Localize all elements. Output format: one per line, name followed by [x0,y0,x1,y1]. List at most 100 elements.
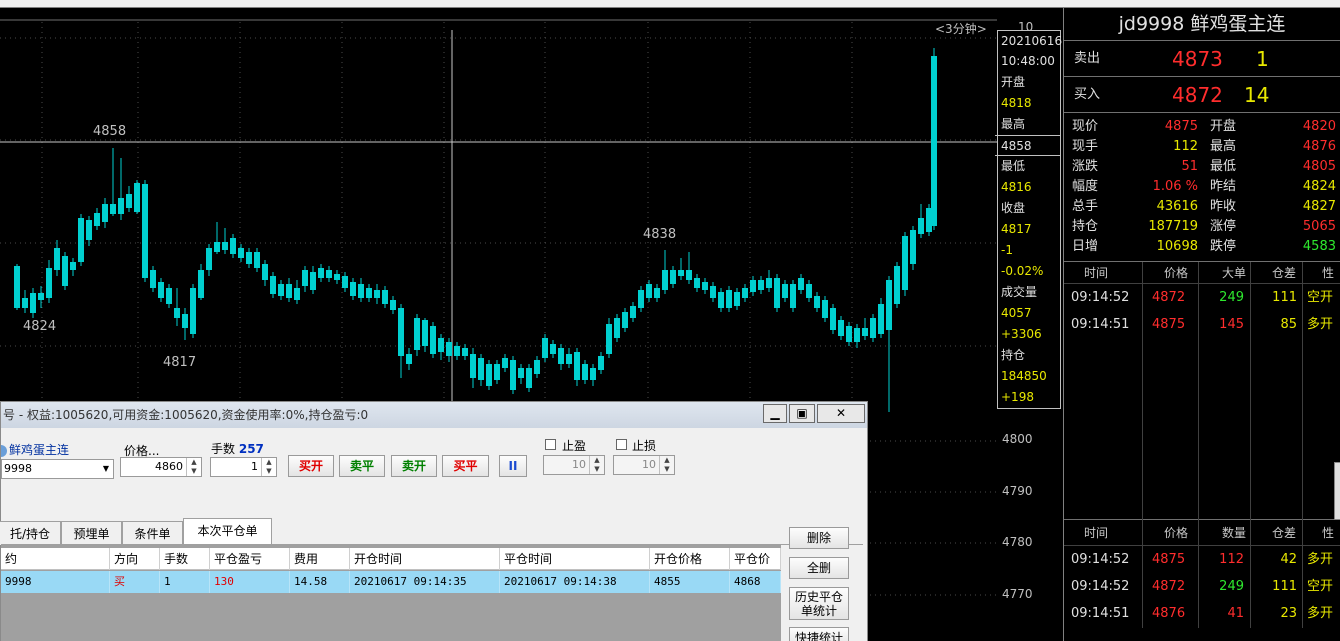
candle-body-down [766,278,772,288]
price-value: 4860 [155,460,183,473]
sell-close-button[interactable]: 卖平 [339,455,385,477]
grid-column-header[interactable]: 约 [1,548,110,570]
tab-orders-positions[interactable]: 托/持仓 [0,521,61,545]
high-price-label: 4858 [93,124,127,139]
candle-body-down [518,368,524,378]
grid-column-header[interactable]: 平仓价格 [730,548,781,588]
bid-row[interactable]: 买入 4872 14 [1064,77,1340,113]
info-close-label: 收盘 [1001,201,1026,215]
minimize-button[interactable]: ▁ [763,404,787,423]
spin-arrows-icon[interactable]: ▲ ▼ [186,458,201,476]
take-profit-input[interactable]: 10 ▲ ▼ [543,455,605,475]
panel-scroll-handle[interactable] [1334,462,1340,520]
bid-price: 4872 [1172,83,1223,107]
candle-body-down [54,248,60,270]
delete-all-button[interactable]: 全删 [789,557,849,579]
candle-body-down [622,312,628,328]
trade-row: 09:14:52 4872 249 111 空开 [1064,284,1340,311]
tab-conditional-orders[interactable]: 条件单 [122,521,183,545]
grid-column-header[interactable]: 开仓时间 [350,548,500,570]
maximize-button[interactable]: ▣ [789,404,815,423]
quote-value: 4876 [1302,139,1336,154]
grid-column-header[interactable]: 平仓盈亏 [210,548,290,570]
column-header: 性 [1322,526,1335,540]
info-open-value: 4818 [1001,96,1032,110]
column-header: 仓差 [1272,526,1297,540]
price-input[interactable]: 4860 ▲ ▼ [120,457,202,477]
sell-open-button[interactable]: 卖开 [391,455,437,477]
contract-select[interactable]: 9998 ▼ [1,459,114,479]
interval-label[interactable]: <3分钟> [935,20,987,37]
take-profit-label: 止盈 [562,439,587,453]
trade-kind: 多开 [1307,552,1334,567]
candle-body-down [430,326,436,354]
ask-row[interactable]: 卖出 4873 1 [1064,41,1340,77]
trades-header-2: 时间 价格 数量 仓差 性 [1064,520,1340,546]
quote-value: 5065 [1302,219,1336,234]
axis-label-4770: 4770 [1002,587,1033,601]
contract-name: 鲜鸡蛋主连 [1,441,69,458]
grid-column-header[interactable]: 费用 [290,548,350,570]
candle-body-down [931,56,937,226]
quote-label: 日增 [1072,239,1099,254]
candle-body-down [878,304,884,334]
candle-body-down [566,354,572,364]
spin-arrows-icon[interactable]: ▲ ▼ [659,456,674,474]
grid-column-header[interactable]: 方向 [110,548,160,570]
grid-row-selected[interactable]: 9998 买 1 130 14.58 20210617 09:14:35 20210617 … [1,571,781,593]
column-header: 性 [1322,266,1335,280]
grid-column-header[interactable]: 手数 [160,548,210,570]
stop-loss-input[interactable]: 10 ▲ ▼ [613,455,675,475]
buy-open-button[interactable]: 买开 [288,455,334,477]
candle-body-down [222,242,228,250]
qty-input[interactable]: 1 ▲ ▼ [210,457,277,477]
candle-body-down [166,288,172,304]
trade-time: 09:14:52 [1071,290,1130,305]
top-window-strip [0,0,1340,8]
take-profit-checkbox[interactable] [545,439,556,450]
tab-preset-orders[interactable]: 预埋单 [61,521,122,545]
candle-body-down [814,296,820,308]
ask-qty: 1 [1256,47,1269,71]
candle-body-down [398,308,404,356]
column-header: 仓差 [1272,266,1297,280]
stop-loss-checkbox[interactable] [616,439,627,450]
axis-label-4800: 4800 [1002,432,1033,446]
candle-body-down [46,268,52,298]
dialog-titlebar[interactable]: 号 - 权益:1005620,可用资金:1005620,资金使用率:0%,持仓盈… [1,402,867,428]
candle-body-down [710,286,716,298]
quote-value: 4805 [1302,159,1336,174]
column-header: 价格 [1164,266,1189,280]
close-button[interactable]: ✕ [817,404,865,423]
history-stats-button[interactable]: 历史平仓单统计 [789,587,849,620]
buy-close-button[interactable]: 买平 [442,455,489,477]
info-volume-value: 4057 [1001,306,1032,320]
candle-body-down [374,290,380,298]
quote-label: 涨跌 [1072,159,1099,174]
tab-closed-orders[interactable]: 本次平仓单 [183,518,272,545]
quote-value: 51 [1181,159,1198,174]
quote-row: 持仓 187719 涨停 5065 [1064,217,1340,237]
candle-body-down [758,280,764,290]
grid-cell: 20210617 09:14:35 [350,571,500,593]
candle-body-down [862,328,868,336]
bar-info-panel: 20210616 10:48:00 开盘 4818 最高 4858 最低 481… [995,30,1062,409]
quick-stats-button[interactable]: 快捷统计 [789,627,849,641]
spin-arrows-icon[interactable]: ▲ ▼ [261,458,276,476]
quote-row: 总手 43616 昨收 4827 [1064,197,1340,217]
candle-body-down [742,288,748,298]
info-volume-change: +3306 [1001,327,1042,341]
candle-body-down [22,298,28,308]
grid-column-header[interactable]: 开仓价格 [650,548,730,570]
quote-value: 4820 [1302,119,1336,134]
candle-body-down [614,318,620,338]
candle-body-down [446,342,452,356]
pause-button[interactable]: II [499,455,527,477]
candle-body-down [726,290,732,308]
grid-column-header[interactable]: 平仓时间 [500,548,650,570]
candle-body-down [486,364,492,386]
spin-arrows-icon[interactable]: ▲ ▼ [589,456,604,474]
trade-price: 4875 [1152,317,1186,332]
trade-kind: 空开 [1307,579,1334,594]
delete-button[interactable]: 删除 [789,527,849,549]
